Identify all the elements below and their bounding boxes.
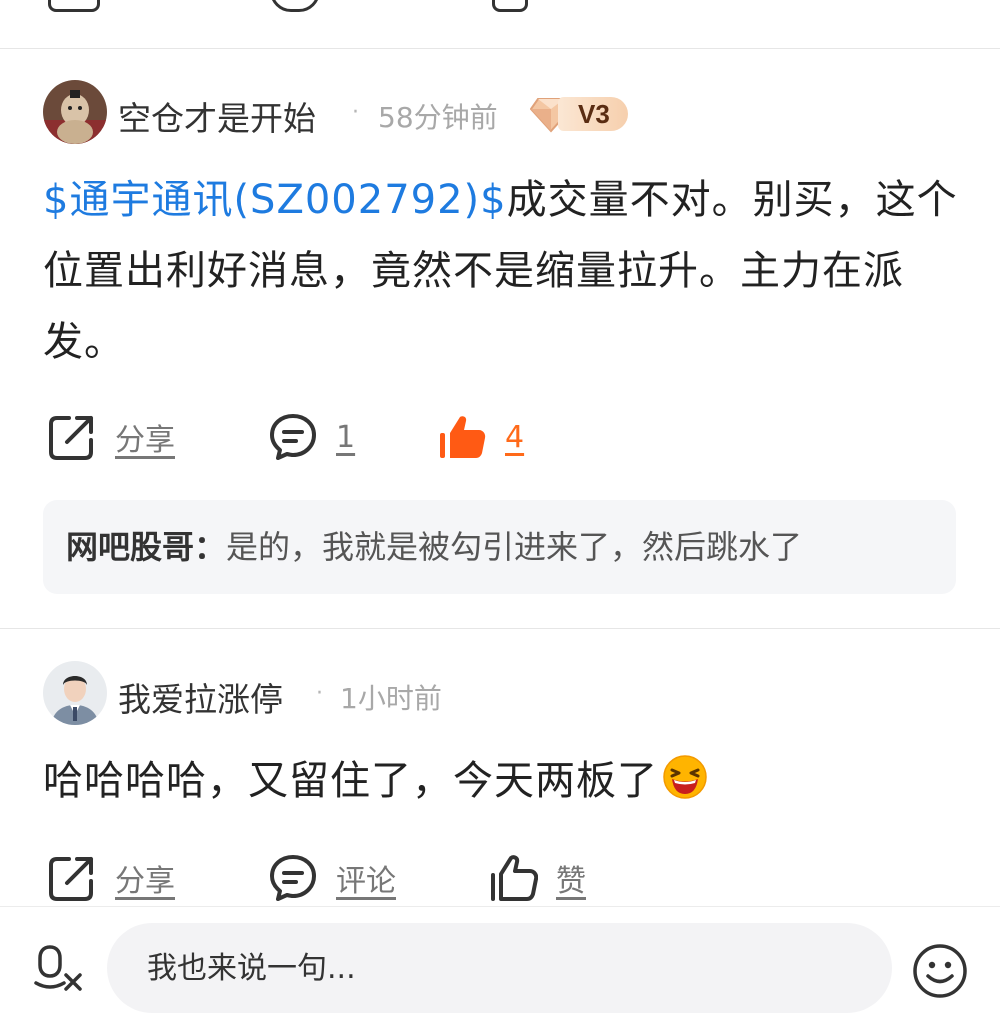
comment-button[interactable]: 评论 (268, 848, 396, 908)
post-actions: 分享 评论 赞 (0, 848, 1000, 908)
share-button[interactable]: 分享 (47, 848, 175, 908)
previous-post-actions-partial (0, 0, 1000, 48)
reply-author[interactable]: 网吧股哥： (66, 528, 226, 566)
thumbs-up-icon[interactable] (492, 0, 528, 12)
post-time: 1小时前 (340, 682, 442, 715)
username[interactable]: 我爱拉涨停 (118, 673, 283, 721)
like-button[interactable]: 4 (437, 407, 524, 467)
share-icon[interactable] (48, 0, 100, 12)
post-text: 哈哈哈哈，又留住了，今天两板了 (43, 758, 658, 804)
comment-icon (270, 414, 316, 460)
like-label: 赞 (556, 864, 586, 899)
post-time: 58分钟前 (378, 101, 498, 134)
comment-label: 评论 (336, 864, 396, 899)
comment-icon (270, 855, 316, 901)
post-content: $通宇通讯(SZ002792)$成交量不对。别买，这个位置出利好消息，竟然不是缩… (43, 165, 963, 378)
username[interactable]: 空仓才是开始 (118, 92, 316, 140)
comment-bar (0, 906, 1000, 1025)
stock-link[interactable]: $通宇通讯(SZ002792)$ (43, 177, 507, 223)
share-icon (49, 857, 93, 901)
share-label: 分享 (115, 423, 175, 458)
thumbs-up-icon (440, 416, 486, 458)
comment-input[interactable] (107, 923, 892, 1013)
laughing-emoji-icon (663, 755, 707, 799)
vip-level: V3 (558, 97, 628, 131)
post-actions: 分享 1 4 (0, 407, 1000, 467)
share-button[interactable]: 分享 (47, 407, 175, 467)
post-divider (0, 628, 1000, 629)
comment-icon[interactable] (270, 0, 320, 12)
share-label: 分享 (115, 864, 175, 899)
avatar[interactable] (43, 661, 107, 725)
emoji-icon[interactable] (912, 943, 968, 999)
post-divider (0, 48, 1000, 49)
reply-text: 是的，我就是被勾引进来了，然后跳水了 (226, 528, 803, 566)
comment-button[interactable]: 1 (268, 407, 355, 467)
avatar[interactable] (43, 80, 107, 144)
voice-to-text-icon[interactable] (34, 943, 84, 993)
reply-preview[interactable]: 网吧股哥：是的，我就是被勾引进来了，然后跳水了 (43, 500, 956, 594)
share-icon (49, 416, 93, 460)
separator-dot: · (352, 100, 359, 125)
like-count: 4 (505, 419, 525, 455)
comment-count: 1 (336, 419, 356, 455)
separator-dot: · (316, 681, 323, 706)
thumbs-up-icon (491, 855, 538, 901)
like-button[interactable]: 赞 (488, 848, 586, 908)
post-content: 哈哈哈哈，又留住了，今天两板了 (43, 746, 963, 817)
vip-badge: V3 (530, 92, 628, 136)
